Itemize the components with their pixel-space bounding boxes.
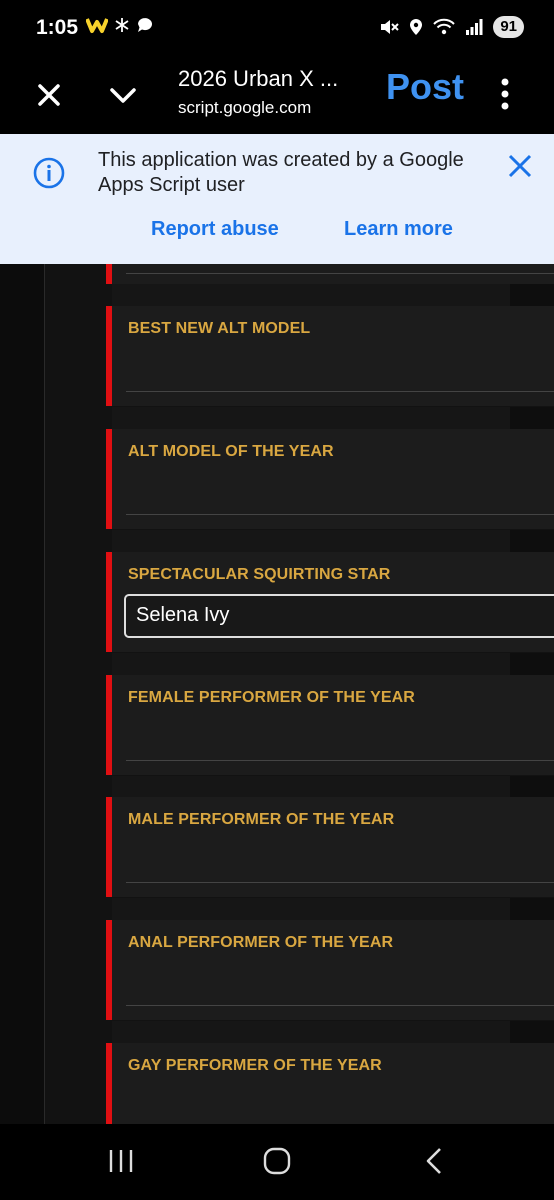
- status-left-icons: [86, 16, 154, 34]
- answer-underline[interactable]: [126, 1005, 554, 1006]
- report-abuse-link[interactable]: Report abuse: [151, 218, 279, 241]
- system-nav-bar: [0, 1124, 554, 1200]
- location-icon: [410, 19, 423, 35]
- category-label: ANAL PERFORMER OF THE YEAR: [128, 934, 394, 951]
- previous-card-partial: [106, 264, 554, 284]
- page-url: script.google.com: [178, 98, 312, 117]
- notification-w-icon: [86, 18, 108, 33]
- form-content: BEST NEW ALT MODEL ALT MODEL OF THE YEAR…: [0, 264, 554, 1124]
- left-gutter: [0, 264, 45, 1124]
- mute-icon: [381, 20, 400, 34]
- answer-underline[interactable]: [126, 882, 554, 883]
- close-icon[interactable]: [30, 76, 68, 114]
- learn-more-link[interactable]: Learn more: [344, 218, 453, 241]
- category-card[interactable]: GAY PERFORMER OF THE YEAR: [106, 1043, 554, 1124]
- banner-message: This application was created by a Google…: [98, 149, 464, 196]
- battery-indicator: 91: [493, 16, 524, 38]
- category-label: BEST NEW ALT MODEL: [128, 320, 311, 337]
- category-label: SPECTACULAR SQUIRTING STAR: [128, 566, 391, 583]
- snowflake-icon: [115, 18, 129, 32]
- category-label: FEMALE PERFORMER OF THE YEAR: [128, 689, 415, 706]
- category-card[interactable]: SPECTACULAR SQUIRTING STAR Selena Ivy: [106, 552, 554, 652]
- post-button[interactable]: Post: [386, 66, 464, 108]
- answer-underline[interactable]: [126, 760, 554, 761]
- category-card[interactable]: MALE PERFORMER OF THE YEAR: [106, 797, 554, 897]
- back-icon[interactable]: [422, 1146, 446, 1176]
- card-spacer: [112, 1021, 554, 1043]
- page-title: 2026 Urban X ...: [178, 66, 339, 91]
- signal-icon: [466, 19, 483, 35]
- card-spacer: [112, 776, 554, 798]
- more-options-icon[interactable]: [494, 74, 516, 114]
- category-card[interactable]: ANAL PERFORMER OF THE YEAR: [106, 920, 554, 1020]
- card-spacer: [112, 407, 554, 429]
- answer-underline[interactable]: [126, 391, 554, 392]
- status-right-icons: 91: [379, 16, 524, 38]
- status-time: 1:05: [36, 16, 79, 39]
- chat-bubble-icon: [138, 18, 152, 32]
- card-spacer: [112, 530, 554, 552]
- card-spacer: [112, 898, 554, 920]
- status-bar: 1:05 91: [0, 0, 554, 56]
- home-icon[interactable]: [262, 1146, 292, 1176]
- recent-apps-icon[interactable]: [106, 1146, 136, 1176]
- browser-toolbar: 2026 Urban X ... script.google.com Post: [0, 56, 554, 134]
- wifi-icon: [433, 18, 456, 35]
- answer-input[interactable]: Selena Ivy: [124, 594, 554, 638]
- category-label: MALE PERFORMER OF THE YEAR: [128, 811, 395, 828]
- category-card[interactable]: BEST NEW ALT MODEL: [106, 306, 554, 406]
- banner-close-icon[interactable]: [505, 151, 535, 181]
- card-spacer: [112, 284, 554, 306]
- category-card[interactable]: FEMALE PERFORMER OF THE YEAR: [106, 675, 554, 775]
- answer-underline[interactable]: [126, 514, 554, 515]
- chevron-down-icon[interactable]: [104, 76, 142, 114]
- category-card[interactable]: ALT MODEL OF THE YEAR: [106, 429, 554, 529]
- category-label: ALT MODEL OF THE YEAR: [128, 443, 334, 460]
- category-label: GAY PERFORMER OF THE YEAR: [128, 1057, 382, 1074]
- card-spacer: [112, 653, 554, 675]
- info-icon: [33, 157, 65, 189]
